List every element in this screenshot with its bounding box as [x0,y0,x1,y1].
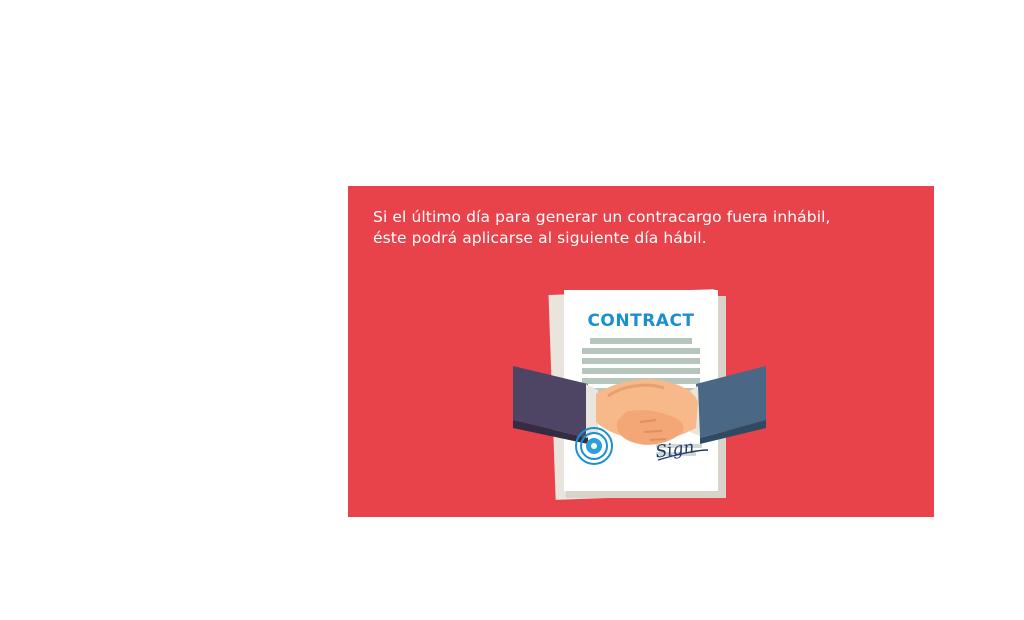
info-message-line-2: éste podrá aplicarse al siguiente día há… [373,229,707,247]
contract-title: CONTRACT [587,311,694,331]
page: Si el último día para generar un contrac… [0,0,1024,620]
contract-handshake-illustration: CONTRACT Sign [513,289,766,500]
stamp-seal [575,427,613,465]
info-message-line-1: Si el último día para generar un contrac… [373,208,831,226]
info-message: Si el último día para generar un contrac… [373,207,918,249]
info-card: Si el último día para generar un contrac… [348,186,934,517]
